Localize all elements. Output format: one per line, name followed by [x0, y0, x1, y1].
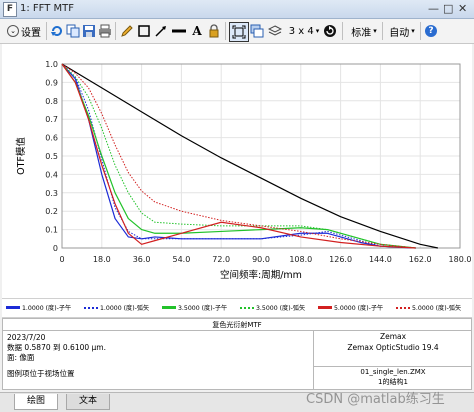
mtf-chart: 0 18.0 36.0 54.0 72.0 90.0 108.0 126.0 144.0 162.…: [15, 60, 472, 281]
x-axis-label: 空间频率:周期/mm: [220, 269, 302, 281]
x-tick-label: 36.0: [133, 255, 151, 264]
window-title: 1: FFT MTF: [20, 3, 75, 14]
settings-label: 设置: [21, 27, 41, 39]
info-config: 1的结构1: [378, 378, 408, 386]
grid-layout-button[interactable]: 3 x 4 ▾: [287, 22, 321, 40]
copy-icon[interactable]: [66, 22, 80, 40]
watermark: CSDN @matlab练习生: [306, 392, 445, 407]
info-right: Zemax Zemax OpticStudio 19.4 01_single_l…: [313, 330, 472, 389]
chevron-down-icon: ▾: [373, 27, 377, 35]
help-icon[interactable]: ?: [424, 22, 438, 40]
save-icon[interactable]: [82, 22, 96, 40]
x-tick-label: 90.0: [252, 255, 270, 264]
x-tick-label: 108.0: [289, 255, 312, 264]
legend-item: 5.0000 (度)-子午: [318, 303, 383, 312]
legend-swatch: [396, 306, 410, 309]
chevron-down-icon: ▾: [411, 27, 415, 35]
chevron-down-icon: ▾: [315, 27, 320, 35]
rotate-icon[interactable]: [323, 22, 337, 40]
pencil-icon[interactable]: [120, 22, 134, 40]
legend-item: 1.0000 (度)-子午: [6, 303, 71, 312]
legend: 1.0000 (度)-子午 1.0000 (度)-弧矢 3.5000 (度)-子午 3…: [2, 298, 472, 318]
y-tick-label: 0.1: [45, 226, 58, 235]
chevron-down-circle-icon: ⌄: [7, 25, 19, 37]
legend-swatch: [84, 306, 98, 309]
refresh-icon[interactable]: [50, 22, 64, 40]
x-tick-label: 18.0: [93, 255, 111, 264]
y-tick-label: 0.8: [45, 97, 58, 106]
x-tick-label: 144.0: [369, 255, 392, 264]
info-note: 图例项位于视场位置: [7, 369, 75, 378]
separator: [115, 22, 116, 40]
minimize-icon[interactable]: —: [428, 3, 439, 15]
info-left: 2023/7/20 数据 0.5870 到 0.6100 μm. 面: 像面 图…: [7, 333, 106, 379]
standard-label: 标准: [351, 27, 372, 39]
info-surface: 面: 像面: [7, 353, 35, 362]
layers-icon[interactable]: [268, 22, 282, 40]
legend-swatch: [162, 306, 176, 309]
legend-swatch: [6, 306, 20, 309]
lock-icon[interactable]: [207, 22, 221, 40]
close-icon[interactable]: ✕: [458, 3, 467, 15]
x-tick-label: 162.0: [409, 255, 432, 264]
y-tick-label: 0.7: [45, 115, 58, 124]
x-tick-label: 180.0: [449, 255, 472, 264]
rectangle-icon[interactable]: [137, 22, 151, 40]
grid-layout-label: 3 x 4: [288, 25, 314, 37]
legend-label: 1.0000 (度)-子午: [22, 305, 72, 312]
x-tick-label: 54.0: [172, 255, 190, 264]
clone-window-icon[interactable]: [250, 22, 264, 40]
tab-plot[interactable]: 绘图: [14, 394, 58, 410]
arrow-line-icon[interactable]: [154, 22, 168, 40]
info-file: 01_single_len.ZMX: [314, 366, 472, 376]
settings-button[interactable]: ⌄ 设置: [4, 22, 44, 40]
legend-swatch: [240, 306, 254, 309]
window-title-bar: F 1: FFT MTF — □ ✕: [0, 0, 474, 19]
legend-label: 3.5000 (度)-弧矢: [256, 305, 306, 312]
maximize-icon[interactable]: □: [443, 3, 453, 15]
separator: [46, 22, 47, 40]
separator: [342, 22, 343, 40]
info-data-range: 数据 0.5870 到 0.6100 μm.: [7, 343, 106, 352]
legend-item: 3.5000 (度)-子午: [162, 303, 227, 312]
info-product: Zemax OpticStudio 19.4: [347, 343, 439, 352]
app-icon: F: [3, 2, 17, 17]
y-tick-label: 0.5: [45, 152, 58, 161]
legend-swatch: [318, 306, 332, 309]
line-icon[interactable]: [171, 22, 187, 40]
info-date: 2023/7/20: [7, 333, 46, 342]
fit-window-icon[interactable]: [229, 22, 249, 42]
y-tick-label: 0.3: [45, 189, 58, 198]
standard-dropdown[interactable]: 标准 ▾: [347, 22, 381, 40]
auto-dropdown[interactable]: 自动 ▾: [385, 22, 419, 40]
y-axis-label: OTF模值: [15, 137, 27, 175]
tab-text[interactable]: 文本: [66, 394, 110, 410]
legend-label: 5.0000 (度)-子午: [334, 305, 384, 312]
y-tick-label: 0: [53, 244, 58, 253]
print-icon[interactable]: [98, 22, 112, 40]
info-panel: 复色光衍射MTF 2023/7/20 数据 0.5870 到 0.6100 μm…: [2, 318, 472, 390]
legend-item: 1.0000 (度)-弧矢: [84, 303, 149, 312]
y-tick-label: 1.0: [45, 60, 58, 69]
y-tick-label: 0.2: [45, 207, 58, 216]
legend-item: 5.0000 (度)-弧矢: [396, 303, 461, 312]
toolbar: ⌄ 设置 A 3 x 4 ▾ 标准 ▾ 自动 ▾ ?: [0, 19, 474, 44]
auto-label: 自动: [389, 27, 410, 39]
separator: [382, 22, 383, 40]
separator: [420, 22, 421, 40]
legend-label: 5.0000 (度)-弧矢: [412, 305, 462, 312]
y-tick-label: 0.6: [45, 134, 58, 143]
x-tick-label: 0: [59, 255, 64, 264]
legend-label: 1.0000 (度)-弧矢: [100, 305, 150, 312]
legend-label: 3.5000 (度)-子午: [178, 305, 228, 312]
x-tick-label: 126.0: [329, 255, 352, 264]
x-tick-label: 72.0: [212, 255, 230, 264]
y-tick-label: 0.4: [45, 170, 58, 179]
legend-item: 3.5000 (度)-弧矢: [240, 303, 305, 312]
info-company: Zemax: [379, 332, 407, 341]
mtf-plot: 0 18.0 36.0 54.0 72.0 90.0 108.0 126.0 144.0 162.…: [2, 44, 472, 298]
separator: [225, 22, 226, 40]
text-icon[interactable]: A: [190, 22, 204, 40]
y-tick-label: 0.9: [45, 78, 58, 87]
